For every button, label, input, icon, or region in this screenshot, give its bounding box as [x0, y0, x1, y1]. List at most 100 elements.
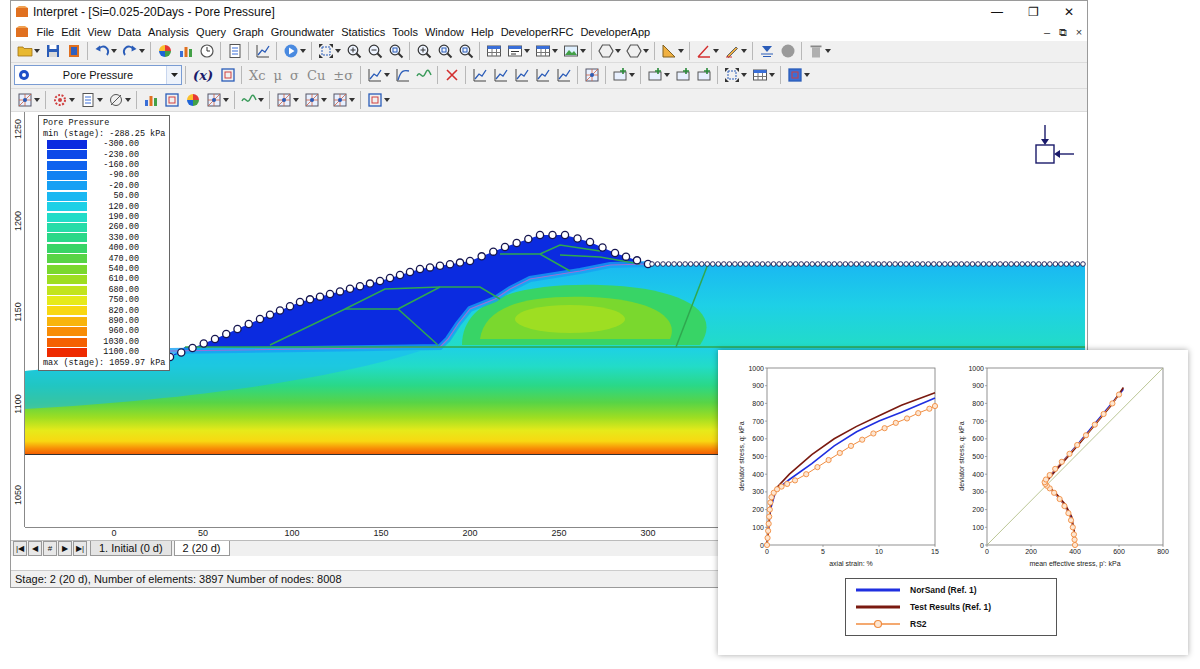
toolbar-button[interactable] [343, 41, 364, 61]
toolbar-button[interactable] [560, 41, 588, 61]
toolbar-button[interactable] [315, 41, 343, 61]
menu-item[interactable]: Statistics [338, 23, 389, 41]
legend-entry: 890.00 [43, 316, 165, 326]
result-selector[interactable]: Pore Pressure [14, 65, 182, 85]
toolbar-button[interactable] [623, 41, 651, 61]
toolbar-button[interactable] [175, 41, 196, 61]
toolbar-button[interactable] [14, 90, 42, 110]
toolbar-button[interactable] [329, 90, 357, 110]
toolbar-button[interactable] [490, 65, 511, 85]
toolbar-button[interactable] [469, 65, 490, 85]
toolbar-text-button[interactable]: Cu [303, 68, 329, 83]
toolbar-button[interactable] [756, 41, 777, 61]
undo-icon [94, 43, 110, 59]
menu-item[interactable]: DeveloperApp [577, 23, 654, 41]
toolbar-button[interactable] [805, 41, 833, 61]
menu-item[interactable]: Edit [58, 23, 84, 41]
toolbar-button[interactable] [154, 41, 175, 61]
stage-nav-button[interactable]: # [43, 541, 57, 556]
toolbar-button[interactable] [441, 65, 462, 85]
toolbar-button[interactable] [672, 65, 693, 85]
toolbar-button[interactable] [644, 65, 672, 85]
toolbar-button[interactable] [252, 41, 273, 61]
menu-item[interactable]: Graph [230, 23, 268, 41]
menu-item[interactable]: DeveloperRFC [497, 23, 577, 41]
toolbar-button[interactable] [392, 65, 413, 85]
toolbar-button[interactable] [161, 90, 182, 110]
stage-nav-button[interactable]: ▶| [73, 541, 87, 556]
stage-tab[interactable]: 2 (20 d) [174, 541, 230, 556]
selector-dropdown-button[interactable] [166, 66, 181, 84]
window-control[interactable]: ✕ [1051, 1, 1087, 23]
toolbar-button[interactable] [553, 65, 574, 85]
toolbar-button[interactable] [749, 65, 777, 85]
menu-item[interactable]: Window [421, 23, 467, 41]
toolbar-button[interactable] [140, 90, 161, 110]
toolbar-button[interactable] [532, 65, 553, 85]
toolbar-separator [45, 91, 46, 109]
toolbar-button[interactable] [273, 90, 301, 110]
toolbar-button[interactable] [217, 65, 238, 85]
toolbar-button[interactable] [280, 41, 308, 61]
toolbar-text-button[interactable]: μ [270, 68, 286, 83]
toolbar-button[interactable] [721, 65, 749, 85]
toolbar-button[interactable] [196, 41, 217, 61]
toolbar-text-button[interactable]: σ [286, 68, 303, 83]
toolbar-button[interactable] [42, 41, 63, 61]
toolbar-text-button[interactable]: (x) [189, 68, 217, 83]
menu-item[interactable]: File [33, 23, 58, 41]
child-window-control[interactable]: × [1071, 26, 1087, 38]
toolbar-button[interactable] [504, 41, 532, 61]
toolbar-button[interactable] [119, 41, 147, 61]
toolbar-button[interactable] [784, 65, 812, 85]
toolbar-button[interactable] [77, 90, 105, 110]
toolbar-text-button[interactable]: ±σ [329, 68, 357, 83]
toolbar-button[interactable] [413, 65, 434, 85]
toolbar-button[interactable] [364, 65, 392, 85]
toolbar-button[interactable] [721, 41, 749, 61]
stage-tab[interactable]: 1. Initial (0 d) [90, 541, 172, 556]
toolbar-button[interactable] [658, 41, 686, 61]
toolbar-button[interactable] [385, 41, 406, 61]
toolbar-button[interactable] [49, 90, 77, 110]
toolbar-button[interactable] [63, 41, 84, 61]
toolbar-button[interactable] [105, 90, 133, 110]
toolbar-button[interactable] [238, 90, 266, 110]
stage-nav-button[interactable]: ▶ [58, 541, 72, 556]
toolbar-button[interactable] [532, 41, 560, 61]
menu-item[interactable]: Query [193, 23, 230, 41]
toolbar-button[interactable] [483, 41, 504, 61]
toolbar-button[interactable] [91, 41, 119, 61]
toolbar-button[interactable] [595, 41, 623, 61]
menu-item[interactable]: View [84, 23, 115, 41]
child-window-control[interactable]: ⧉ [1055, 26, 1071, 39]
toolbar-button[interactable] [364, 90, 392, 110]
stage-nav-button[interactable]: ◀ [28, 541, 42, 556]
window-control[interactable]: ❐ [1015, 1, 1051, 23]
bars-icon [143, 92, 159, 108]
toolbar-button[interactable] [14, 41, 42, 61]
toolbar-button[interactable] [224, 41, 245, 61]
child-window-control[interactable]: – [1039, 26, 1055, 38]
toolbar-button[interactable] [693, 65, 714, 85]
toolbar-button[interactable] [693, 41, 721, 61]
toolbar-button[interactable] [182, 90, 203, 110]
menu-item[interactable]: Analysis [145, 23, 193, 41]
menu-item[interactable]: Tools [389, 23, 422, 41]
toolbar-button[interactable] [434, 41, 455, 61]
toolbar-button[interactable] [413, 41, 434, 61]
toolbar-button[interactable] [609, 65, 637, 85]
menu-item[interactable]: Groundwater [267, 23, 338, 41]
toolbar-text-button[interactable]: Xc [245, 68, 270, 83]
toolbar-button[interactable] [301, 90, 329, 110]
menu-item[interactable]: Data [114, 23, 144, 41]
toolbar-button[interactable] [364, 41, 385, 61]
toolbar-button[interactable] [777, 41, 798, 61]
toolbar-button[interactable] [581, 65, 602, 85]
toolbar-button[interactable] [203, 90, 231, 110]
stage-nav-button[interactable]: |◀ [13, 541, 27, 556]
menu-item[interactable]: Help [468, 23, 498, 41]
toolbar-button[interactable] [455, 41, 476, 61]
window-control[interactable]: — [979, 1, 1015, 23]
toolbar-button[interactable] [511, 65, 532, 85]
